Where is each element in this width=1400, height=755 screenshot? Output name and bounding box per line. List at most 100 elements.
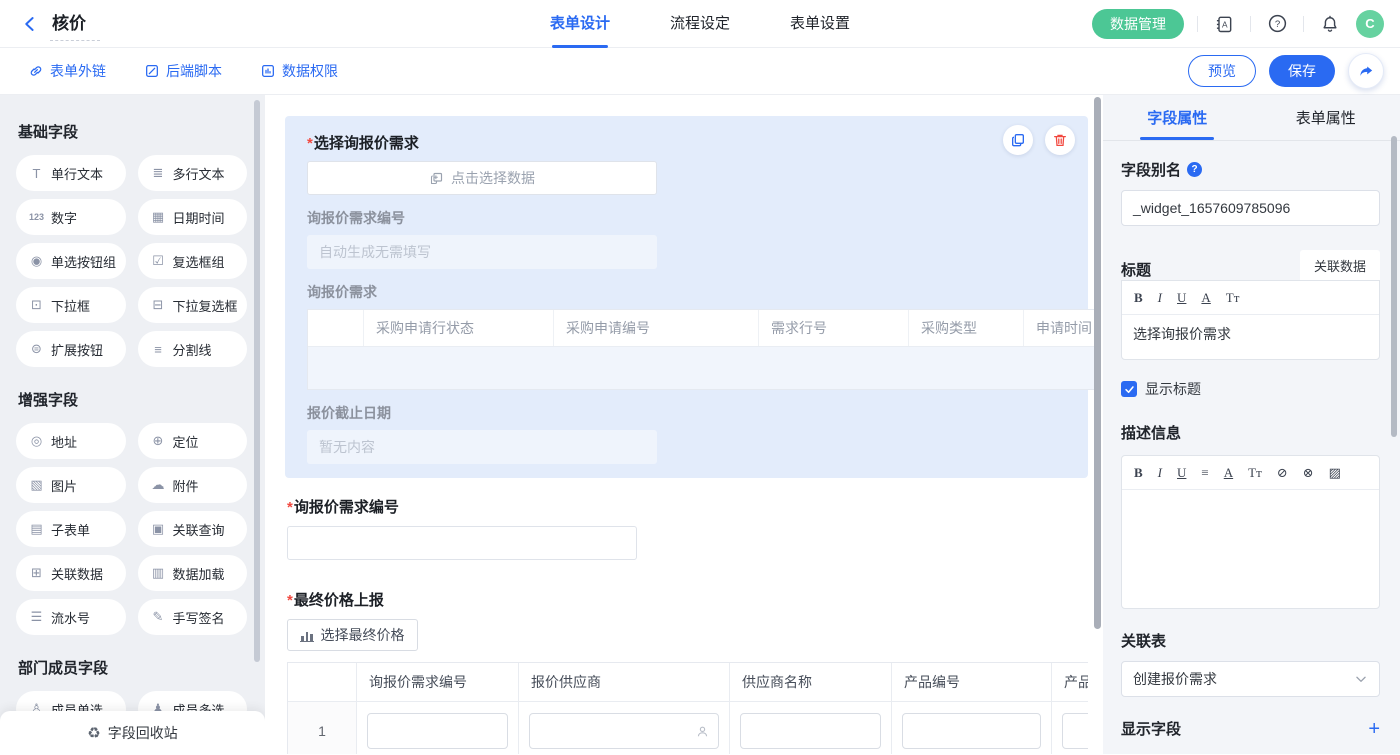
bold-icon[interactable]: B — [1134, 290, 1143, 306]
linked-data-button[interactable]: 关联数据 — [1300, 250, 1380, 280]
field-recycle-bin[interactable]: ♻ 字段回收站 — [0, 711, 265, 754]
font-size-icon[interactable]: Tᴛ — [1226, 290, 1240, 306]
pill-label: 多行文本 — [173, 164, 225, 183]
data-manage-button[interactable]: 数据管理 — [1092, 9, 1184, 39]
select-data-button[interactable]: 点击选择数据 — [307, 161, 657, 195]
show-title-checkbox-row[interactable]: 显示标题 — [1121, 379, 1380, 399]
checkbox-checked-icon[interactable] — [1121, 381, 1137, 397]
field-pill-location[interactable]: ⊕定位 — [138, 423, 248, 459]
table-header: 采购类型 — [909, 310, 1024, 346]
avatar[interactable]: C — [1356, 10, 1384, 38]
pick-final-price-button[interactable]: 选择最终价格 — [287, 619, 418, 651]
field-pill-divider-line[interactable]: ≡分割线 — [138, 331, 248, 367]
cell-input-supplier-name[interactable] — [740, 713, 881, 749]
field-pill-datetime[interactable]: ▦日期时间 — [138, 199, 248, 235]
save-button[interactable]: 保存 — [1269, 55, 1335, 87]
field-pill-linked-query[interactable]: ▣关联查询 — [138, 511, 248, 547]
radio-icon: ◉ — [29, 253, 44, 269]
form-canvas[interactable]: *选择询报价需求 点击选择数据 询报价需求编号 自动生成无需填写 询报价需求 采… — [265, 95, 1103, 754]
description-editor-toolbar: B I U ≡ A Tᴛ ⊘ ⊗ ▨ — [1122, 456, 1379, 490]
title-editor-content[interactable]: 选择询报价需求 — [1122, 315, 1379, 359]
tab-form-design[interactable]: 表单设计 — [550, 0, 610, 48]
field-pill-subform[interactable]: ▤子表单 — [16, 511, 126, 547]
field-pill-number[interactable]: 123数字 — [16, 199, 126, 235]
cell-input-request-no[interactable] — [367, 713, 508, 749]
bold-icon[interactable]: B — [1134, 465, 1143, 481]
font-color-icon[interactable]: A — [1224, 465, 1233, 481]
sidebar-scrollbar[interactable] — [254, 100, 260, 662]
pick-final-price-label: 选择最终价格 — [321, 625, 405, 645]
panel-scrollbar[interactable] — [1391, 136, 1397, 437]
field-pill-radio-group[interactable]: ◉单选按钮组 — [16, 243, 126, 279]
field-pill-single-text[interactable]: T单行文本 — [16, 155, 126, 191]
share-button[interactable] — [1348, 53, 1384, 89]
field-request-number[interactable]: *询报价需求编号 — [287, 496, 1103, 560]
field-pill-signature[interactable]: ✎手写签名 — [138, 599, 248, 635]
field-pill-multi-dropdown[interactable]: ⊟下拉复选框 — [138, 287, 248, 323]
data-permission-button[interactable]: 数据权限 — [260, 61, 338, 81]
request-no-input: 自动生成无需填写 — [307, 235, 657, 269]
selected-widget-linked-data[interactable]: *选择询报价需求 点击选择数据 询报价需求编号 自动生成无需填写 询报价需求 采… — [285, 116, 1088, 478]
backend-script-button[interactable]: 后端脚本 — [144, 61, 222, 81]
checkbox-icon: ☑ — [151, 253, 166, 269]
field-pill-data-load[interactable]: ▥数据加载 — [138, 555, 248, 591]
external-link-button[interactable]: 表单外链 — [28, 61, 106, 81]
field-pill-dropdown[interactable]: ⊡下拉框 — [16, 287, 126, 323]
add-display-field-button[interactable]: + — [1368, 720, 1380, 738]
strikethrough-icon[interactable]: ≡ — [1201, 465, 1208, 481]
font-color-icon[interactable]: A — [1201, 290, 1210, 306]
related-table-select[interactable]: 创建报价需求 — [1121, 661, 1380, 697]
insert-image-icon[interactable]: ▨ — [1329, 465, 1341, 481]
tab-form-setting[interactable]: 表单设置 — [790, 0, 850, 48]
alias-input[interactable]: _widget_1657609785096 — [1121, 190, 1380, 226]
request-number-input[interactable] — [287, 526, 637, 560]
location-icon: ⊕ — [151, 433, 166, 449]
tab-form-properties[interactable]: 表单属性 — [1252, 95, 1400, 140]
remove-link-icon[interactable]: ⊗ — [1303, 465, 1314, 481]
page-title[interactable]: 核价 — [50, 7, 100, 41]
canvas-scrollbar[interactable] — [1094, 97, 1101, 629]
subfield-label-request: 询报价需求 — [307, 282, 1066, 302]
description-rich-editor[interactable]: B I U ≡ A Tᴛ ⊘ ⊗ ▨ — [1121, 455, 1380, 609]
cell-input-product-no[interactable] — [902, 713, 1041, 749]
required-mark: * — [287, 592, 293, 609]
field-pill-image[interactable]: ▧图片 — [16, 467, 126, 503]
delete-widget-button[interactable] — [1045, 125, 1075, 155]
field-pill-linked-data[interactable]: ⊞关联数据 — [16, 555, 126, 591]
title-rich-editor[interactable]: B I U A Tᴛ 选择询报价需求 — [1121, 280, 1380, 360]
tab-flow-setting[interactable]: 流程设定 — [670, 0, 730, 48]
form-toolbar: 表单外链 后端脚本 数据权限 预览 保存 — [0, 48, 1400, 95]
pill-label: 关联数据 — [51, 564, 103, 583]
field-pill-address[interactable]: ◎地址 — [16, 423, 126, 459]
field-pill-multi-text[interactable]: ≣多行文本 — [138, 155, 248, 191]
serial-number-icon: ☰ — [29, 609, 44, 625]
address-book-icon[interactable]: A — [1211, 11, 1237, 37]
underline-icon[interactable]: U — [1177, 465, 1186, 481]
preview-button[interactable]: 预览 — [1188, 55, 1256, 87]
field-pill-attachment[interactable]: ☁附件 — [138, 467, 248, 503]
field-pill-serial-number[interactable]: ☰流水号 — [16, 599, 126, 635]
help-icon[interactable]: ? — [1264, 11, 1290, 37]
notification-bell-icon[interactable] — [1317, 11, 1343, 37]
pill-label: 扩展按钮 — [51, 340, 103, 359]
insert-link-icon[interactable]: ⊘ — [1277, 465, 1288, 481]
field-final-price[interactable]: *最终价格上报 选择最终价格 询报价需求编号 报价供应商 供应商名称 产品编号 … — [287, 589, 1103, 754]
font-size-icon[interactable]: Tᴛ — [1248, 465, 1262, 481]
pill-label: 手写签名 — [173, 608, 225, 627]
cell-input-product-name[interactable] — [1062, 713, 1088, 749]
field-pill-extend-button[interactable]: ⊜扩展按钮 — [16, 331, 126, 367]
alias-help-icon[interactable]: ? — [1187, 162, 1202, 177]
pill-label: 下拉复选框 — [173, 296, 238, 315]
field-pill-checkbox-group[interactable]: ☑复选框组 — [138, 243, 248, 279]
underline-icon[interactable]: U — [1177, 290, 1186, 306]
tab-field-properties[interactable]: 字段属性 — [1103, 95, 1252, 140]
italic-icon[interactable]: I — [1158, 465, 1162, 481]
back-button[interactable] — [18, 12, 42, 36]
italic-icon[interactable]: I — [1158, 290, 1162, 306]
field-library-sidebar: 基础字段 T单行文本 ≣多行文本 123数字 ▦日期时间 ◉单选按钮组 ☑复选框… — [0, 95, 265, 754]
pill-label: 地址 — [51, 432, 77, 451]
copy-widget-button[interactable] — [1003, 125, 1033, 155]
panel-tabs: 字段属性 表单属性 — [1103, 95, 1400, 141]
description-editor-content[interactable] — [1122, 490, 1379, 608]
cell-input-supplier[interactable] — [529, 713, 719, 749]
